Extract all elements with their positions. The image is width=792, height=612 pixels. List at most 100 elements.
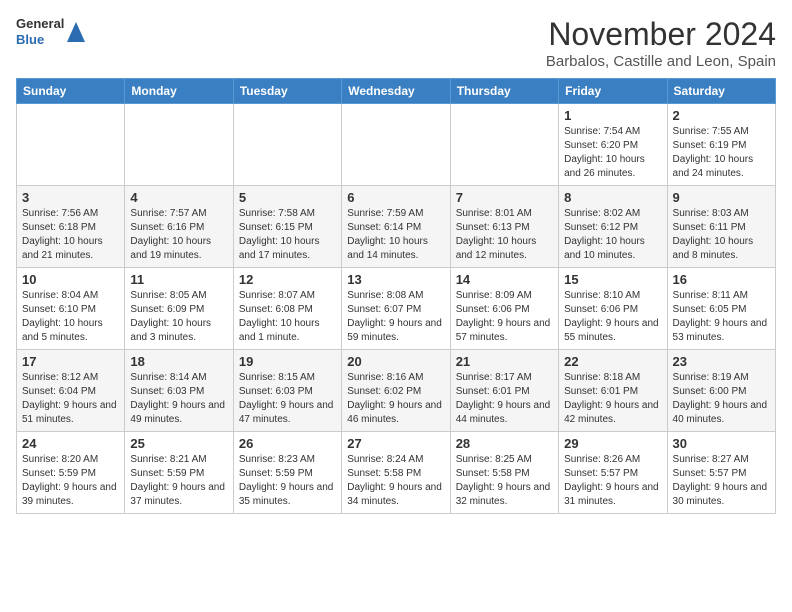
day-number: 27 bbox=[347, 436, 444, 451]
day-number: 25 bbox=[130, 436, 227, 451]
day-number: 20 bbox=[347, 354, 444, 369]
day-info: Sunrise: 8:05 AM Sunset: 6:09 PM Dayligh… bbox=[130, 289, 227, 345]
day-number: 22 bbox=[564, 354, 661, 369]
calendar-cell: 30 Sunrise: 8:27 AM Sunset: 5:57 PM Dayli… bbox=[667, 432, 775, 514]
calendar-cell: 13 Sunrise: 8:08 AM Sunset: 6:07 PM Dayli… bbox=[342, 268, 450, 350]
calendar-cell: 11 Sunrise: 8:05 AM Sunset: 6:09 PM Dayli… bbox=[125, 268, 233, 350]
day-number: 23 bbox=[673, 354, 770, 369]
day-info: Sunrise: 7:57 AM Sunset: 6:16 PM Dayligh… bbox=[130, 207, 227, 263]
calendar-cell: 15Sunrise: 8:10 AM Sunset: 6:06 PM Dayli… bbox=[559, 268, 667, 350]
day-number: 28 bbox=[456, 436, 553, 451]
day-number: 8 bbox=[564, 190, 661, 205]
month-title: November 2024 bbox=[546, 16, 776, 53]
day-info: Sunrise: 8:18 AM Sunset: 6:01 PM Dayligh… bbox=[564, 371, 661, 427]
day-info: Sunrise: 8:21 AM Sunset: 5:59 PM Dayligh… bbox=[130, 453, 227, 509]
day-info: Sunrise: 8:07 AM Sunset: 6:08 PM Dayligh… bbox=[239, 289, 336, 345]
calendar-cell bbox=[450, 104, 558, 186]
calendar-cell: 17 Sunrise: 8:12 AM Sunset: 6:04 PM Dayli… bbox=[17, 350, 125, 432]
week-row-0: 1 Sunrise: 7:54 AM Sunset: 6:20 PM Daylig… bbox=[17, 104, 776, 186]
weekday-header-monday: Monday bbox=[125, 79, 233, 104]
calendar-cell: 6 Sunrise: 7:59 AM Sunset: 6:14 PM Daylig… bbox=[342, 186, 450, 268]
week-row-3: 17 Sunrise: 8:12 AM Sunset: 6:04 PM Dayli… bbox=[17, 350, 776, 432]
day-number: 30 bbox=[673, 436, 770, 451]
calendar-cell: 19 Sunrise: 8:15 AM Sunset: 6:03 PM Dayli… bbox=[233, 350, 341, 432]
calendar-cell bbox=[125, 104, 233, 186]
calendar-cell: 26 Sunrise: 8:23 AM Sunset: 5:59 PM Dayli… bbox=[233, 432, 341, 514]
day-info: Sunrise: 8:08 AM Sunset: 6:07 PM Dayligh… bbox=[347, 289, 444, 345]
logo: General Blue bbox=[16, 16, 85, 47]
day-info: Sunrise: 8:04 AM Sunset: 6:10 PM Dayligh… bbox=[22, 289, 119, 345]
header: General Blue November 2024 Barbalos, Cas… bbox=[16, 16, 776, 70]
day-info: Sunrise: 8:25 AM Sunset: 5:58 PM Dayligh… bbox=[456, 453, 553, 509]
weekday-header-tuesday: Tuesday bbox=[233, 79, 341, 104]
day-info: Sunrise: 8:10 AM Sunset: 6:06 PM Dayligh… bbox=[564, 289, 661, 345]
day-number: 29 bbox=[564, 436, 661, 451]
calendar-cell: 21 Sunrise: 8:17 AM Sunset: 6:01 PM Dayli… bbox=[450, 350, 558, 432]
day-info: Sunrise: 8:19 AM Sunset: 6:00 PM Dayligh… bbox=[673, 371, 770, 427]
day-info: Sunrise: 8:16 AM Sunset: 6:02 PM Dayligh… bbox=[347, 371, 444, 427]
logo-icon bbox=[67, 22, 85, 42]
day-info: Sunrise: 8:23 AM Sunset: 5:59 PM Dayligh… bbox=[239, 453, 336, 509]
day-number: 11 bbox=[130, 272, 227, 287]
location-title: Barbalos, Castille and Leon, Spain bbox=[546, 53, 776, 70]
calendar-cell: 27 Sunrise: 8:24 AM Sunset: 5:58 PM Dayli… bbox=[342, 432, 450, 514]
week-row-2: 10 Sunrise: 8:04 AM Sunset: 6:10 PM Dayli… bbox=[17, 268, 776, 350]
day-info: Sunrise: 8:01 AM Sunset: 6:13 PM Dayligh… bbox=[456, 207, 553, 263]
day-info: Sunrise: 8:03 AM Sunset: 6:11 PM Dayligh… bbox=[673, 207, 770, 263]
calendar-cell: 4 Sunrise: 7:57 AM Sunset: 6:16 PM Daylig… bbox=[125, 186, 233, 268]
calendar-cell: 10 Sunrise: 8:04 AM Sunset: 6:10 PM Dayli… bbox=[17, 268, 125, 350]
day-number: 21 bbox=[456, 354, 553, 369]
calendar-cell: 25 Sunrise: 8:21 AM Sunset: 5:59 PM Dayli… bbox=[125, 432, 233, 514]
day-info: Sunrise: 8:24 AM Sunset: 5:58 PM Dayligh… bbox=[347, 453, 444, 509]
calendar-cell: 2 Sunrise: 7:55 AM Sunset: 6:19 PM Daylig… bbox=[667, 104, 775, 186]
day-info: Sunrise: 8:17 AM Sunset: 6:01 PM Dayligh… bbox=[456, 371, 553, 427]
calendar-cell: 16Sunrise: 8:11 AM Sunset: 6:05 PM Dayli… bbox=[667, 268, 775, 350]
day-number: 1 bbox=[564, 108, 661, 123]
logo-general: General bbox=[16, 16, 64, 32]
calendar-cell: 5Sunrise: 7:58 AM Sunset: 6:15 PM Daylig… bbox=[233, 186, 341, 268]
calendar-cell: 23 Sunrise: 8:19 AM Sunset: 6:00 PM Dayli… bbox=[667, 350, 775, 432]
day-info: Sunrise: 8:02 AM Sunset: 6:12 PM Dayligh… bbox=[564, 207, 661, 263]
calendar: SundayMondayTuesdayWednesdayThursdayFrid… bbox=[16, 78, 776, 514]
day-info: Sunrise: 8:15 AM Sunset: 6:03 PM Dayligh… bbox=[239, 371, 336, 427]
calendar-cell bbox=[342, 104, 450, 186]
day-number: 3 bbox=[22, 190, 119, 205]
weekday-header-sunday: Sunday bbox=[17, 79, 125, 104]
day-number: 12 bbox=[239, 272, 336, 287]
day-info: Sunrise: 8:14 AM Sunset: 6:03 PM Dayligh… bbox=[130, 371, 227, 427]
calendar-cell bbox=[17, 104, 125, 186]
calendar-cell: 18Sunrise: 8:14 AM Sunset: 6:03 PM Dayli… bbox=[125, 350, 233, 432]
day-number: 4 bbox=[130, 190, 227, 205]
day-number: 26 bbox=[239, 436, 336, 451]
day-info: Sunrise: 7:54 AM Sunset: 6:20 PM Dayligh… bbox=[564, 125, 661, 181]
day-number: 14 bbox=[456, 272, 553, 287]
day-number: 16 bbox=[673, 272, 770, 287]
weekday-header-row: SundayMondayTuesdayWednesdayThursdayFrid… bbox=[17, 79, 776, 104]
day-info: Sunrise: 8:26 AM Sunset: 5:57 PM Dayligh… bbox=[564, 453, 661, 509]
week-row-4: 24Sunrise: 8:20 AM Sunset: 5:59 PM Dayli… bbox=[17, 432, 776, 514]
calendar-cell: 28 Sunrise: 8:25 AM Sunset: 5:58 PM Dayli… bbox=[450, 432, 558, 514]
calendar-cell: 7 Sunrise: 8:01 AM Sunset: 6:13 PM Daylig… bbox=[450, 186, 558, 268]
calendar-cell: 12 Sunrise: 8:07 AM Sunset: 6:08 PM Dayli… bbox=[233, 268, 341, 350]
day-info: Sunrise: 8:09 AM Sunset: 6:06 PM Dayligh… bbox=[456, 289, 553, 345]
day-info: Sunrise: 7:59 AM Sunset: 6:14 PM Dayligh… bbox=[347, 207, 444, 263]
day-info: Sunrise: 7:55 AM Sunset: 6:19 PM Dayligh… bbox=[673, 125, 770, 181]
weekday-header-saturday: Saturday bbox=[667, 79, 775, 104]
day-number: 6 bbox=[347, 190, 444, 205]
day-info: Sunrise: 8:27 AM Sunset: 5:57 PM Dayligh… bbox=[673, 453, 770, 509]
calendar-cell: 14 Sunrise: 8:09 AM Sunset: 6:06 PM Dayli… bbox=[450, 268, 558, 350]
day-number: 7 bbox=[456, 190, 553, 205]
day-info: Sunrise: 8:12 AM Sunset: 6:04 PM Dayligh… bbox=[22, 371, 119, 427]
calendar-cell: 1 Sunrise: 7:54 AM Sunset: 6:20 PM Daylig… bbox=[559, 104, 667, 186]
weekday-header-friday: Friday bbox=[559, 79, 667, 104]
weekday-header-wednesday: Wednesday bbox=[342, 79, 450, 104]
day-number: 5 bbox=[239, 190, 336, 205]
day-number: 17 bbox=[22, 354, 119, 369]
day-number: 13 bbox=[347, 272, 444, 287]
day-number: 9 bbox=[673, 190, 770, 205]
day-number: 10 bbox=[22, 272, 119, 287]
day-info: Sunrise: 8:20 AM Sunset: 5:59 PM Dayligh… bbox=[22, 453, 119, 509]
day-number: 19 bbox=[239, 354, 336, 369]
day-number: 2 bbox=[673, 108, 770, 123]
calendar-cell: 3Sunrise: 7:56 AM Sunset: 6:18 PM Daylig… bbox=[17, 186, 125, 268]
